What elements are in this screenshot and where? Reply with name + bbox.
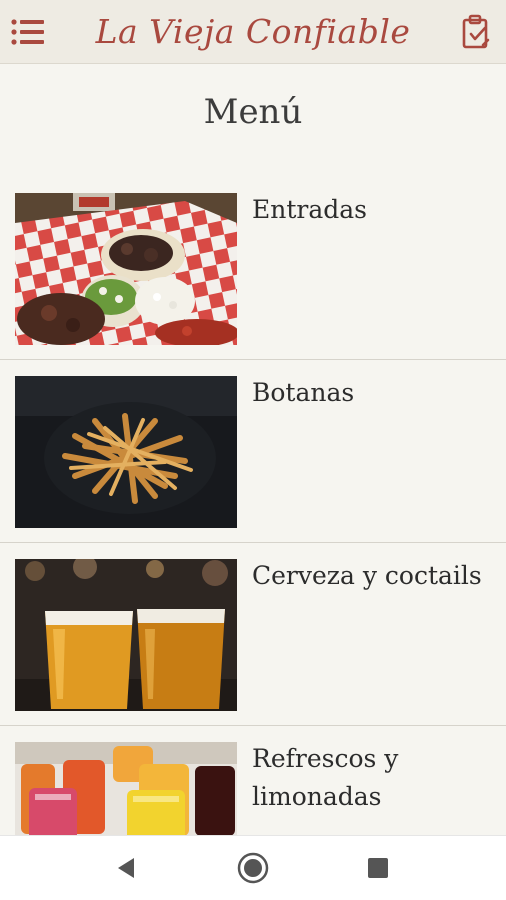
app-screen: La Vieja Confiable Menú Entradas Botanas… — [0, 0, 506, 900]
menu-item-entradas[interactable]: Entradas — [0, 177, 506, 360]
menu-item-label: Cerveza y coctails — [252, 561, 482, 590]
nav-recent-apps-button[interactable] — [354, 844, 402, 892]
soft-drinks-photo — [15, 742, 237, 835]
menu-item-label: Entradas — [252, 195, 367, 224]
nav-back-button[interactable] — [102, 844, 150, 892]
menu-category-list[interactable]: Entradas Botanas Cerveza y coctails Refr… — [0, 177, 506, 835]
french-fries-photo — [15, 376, 237, 528]
order-list-button[interactable] — [454, 10, 498, 54]
menu-item-botanas[interactable]: Botanas — [0, 360, 506, 543]
hamburger-menu-button[interactable] — [6, 10, 50, 54]
menu-item-label: Refrescos y limonadas — [252, 744, 399, 811]
page-title: Menú — [203, 92, 303, 132]
system-nav-bar — [0, 835, 506, 900]
menu-item-label: Botanas — [252, 378, 355, 407]
menu-item-cerveza-y-coctails[interactable]: Cerveza y coctails — [0, 543, 506, 726]
menu-item-refrescos-y-limonadas[interactable]: Refrescos y limonadas — [0, 726, 506, 835]
home-circle-icon — [237, 852, 269, 884]
clipboard-check-icon — [462, 14, 490, 49]
hamburger-menu-icon — [11, 19, 44, 45]
app-header: La Vieja Confiable — [0, 0, 506, 64]
beer-glasses-photo — [15, 559, 237, 711]
tacos-food-photo — [15, 193, 237, 345]
app-title: La Vieja Confiable — [95, 12, 411, 51]
nav-home-button[interactable] — [229, 844, 277, 892]
back-triangle-icon — [118, 858, 134, 878]
recent-apps-square-icon — [368, 858, 388, 878]
